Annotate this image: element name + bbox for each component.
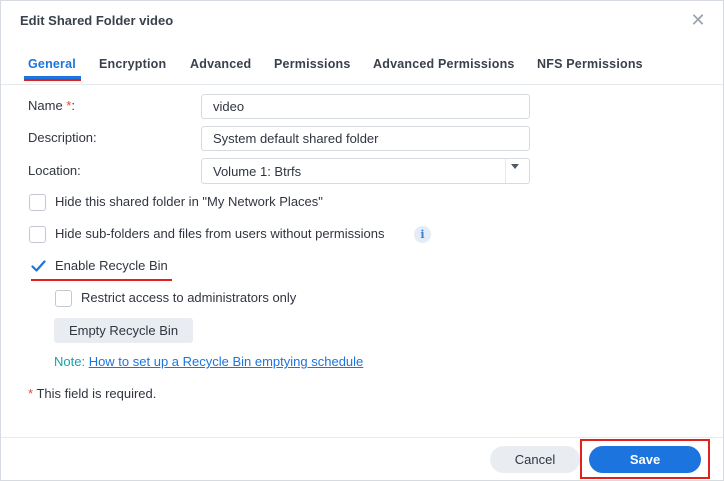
tab-advanced[interactable]: Advanced bbox=[190, 57, 251, 71]
hide-network-places-checkbox[interactable] bbox=[29, 194, 46, 211]
name-label: Name *: bbox=[28, 98, 75, 113]
tab-advanced-permissions[interactable]: Advanced Permissions bbox=[373, 57, 515, 71]
tab-permissions[interactable]: Permissions bbox=[274, 57, 351, 71]
annotation-box-save bbox=[580, 439, 710, 479]
location-select[interactable]: Volume 1: Btrfs bbox=[201, 158, 530, 184]
close-icon[interactable]: ✕ bbox=[689, 11, 707, 29]
recycle-schedule-link[interactable]: How to set up a Recycle Bin emptying sch… bbox=[89, 354, 364, 369]
chevron-down-icon[interactable] bbox=[511, 164, 519, 169]
restrict-admins-label: Restrict access to administrators only bbox=[81, 290, 297, 305]
checkmark-icon bbox=[31, 260, 46, 272]
required-field-note: * This field is required. bbox=[28, 386, 157, 401]
location-label: Location: bbox=[28, 163, 81, 178]
enable-recycle-bin-checkbox[interactable] bbox=[29, 258, 46, 275]
name-field[interactable]: video bbox=[201, 94, 530, 119]
dialog-titlebar: Edit Shared Folder video ✕ bbox=[1, 1, 723, 39]
location-value: Volume 1: Btrfs bbox=[213, 164, 302, 179]
info-icon[interactable]: i bbox=[414, 226, 431, 243]
enable-recycle-bin-label: Enable Recycle Bin bbox=[55, 258, 168, 273]
description-field[interactable]: System default shared folder bbox=[201, 126, 530, 151]
description-label: Description: bbox=[28, 130, 97, 145]
tab-nfs-permissions[interactable]: NFS Permissions bbox=[537, 57, 643, 71]
empty-recycle-bin-button[interactable]: Empty Recycle Bin bbox=[54, 318, 193, 343]
note-prefix: Note: bbox=[54, 354, 89, 369]
hide-subfolders-label: Hide sub-folders and files from users wi… bbox=[55, 226, 385, 241]
edit-shared-folder-dialog: Edit Shared Folder video ✕ General Encry… bbox=[0, 0, 724, 481]
select-divider bbox=[505, 159, 506, 183]
tab-encryption[interactable]: Encryption bbox=[99, 57, 166, 71]
hide-network-places-label: Hide this shared folder in "My Network P… bbox=[55, 194, 323, 209]
recycle-note: Note: How to set up a Recycle Bin emptyi… bbox=[54, 354, 363, 369]
annotation-underline-general bbox=[24, 79, 81, 81]
cancel-button[interactable]: Cancel bbox=[490, 446, 580, 473]
hide-subfolders-checkbox[interactable] bbox=[29, 226, 46, 243]
dialog-title: Edit Shared Folder video bbox=[20, 13, 174, 28]
restrict-admins-checkbox[interactable] bbox=[55, 290, 72, 307]
tab-bar: General Encryption Advanced Permissions … bbox=[1, 39, 723, 85]
annotation-underline-recycle-bin bbox=[31, 279, 172, 281]
tab-general[interactable]: General bbox=[28, 57, 76, 71]
